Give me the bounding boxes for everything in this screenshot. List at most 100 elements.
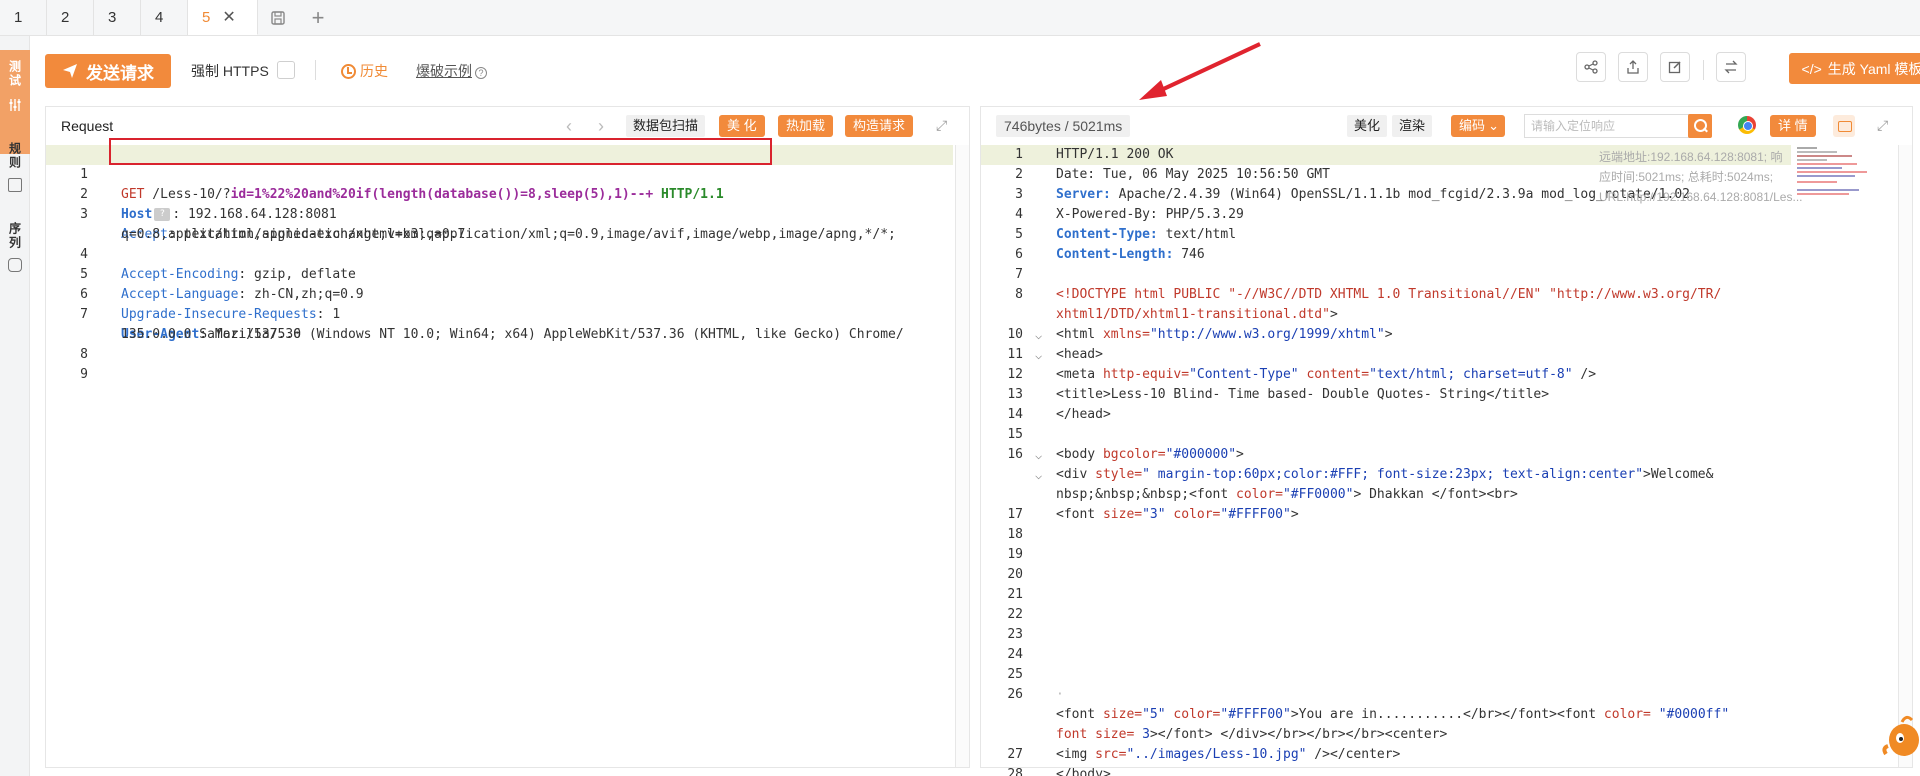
edit-button[interactable]: [1660, 52, 1690, 82]
line-number: 25: [1007, 667, 1023, 682]
expand-icon[interactable]: ⤢: [936, 117, 950, 133]
code-line: 9: [46, 345, 93, 382]
fold-arrow-icon[interactable]: ⌵: [1035, 345, 1042, 365]
tab-4[interactable]: 4: [141, 0, 188, 35]
html-attr: bgcolor=: [1102, 447, 1166, 462]
fold-arrow-icon[interactable]: ⌵: [1035, 325, 1042, 345]
html-attr: color=: [1165, 507, 1221, 522]
doctype-value: xhtml1/DTD/xhtml1-transitional.dtd": [1056, 307, 1330, 322]
locate-response-input[interactable]: 请输入定位响应: [1524, 114, 1702, 138]
body-tag-close: >: [1236, 447, 1244, 462]
render-button[interactable]: 渲染: [1392, 115, 1433, 137]
save-icon[interactable]: [258, 0, 298, 35]
html-attr: color=: [1165, 707, 1221, 722]
minimap-line: [1797, 189, 1859, 191]
line-number: 11: [1007, 347, 1023, 362]
side-item-rules[interactable]: 规则: [0, 142, 30, 192]
tab-bar: 1 2 3 4 5 ✕ +: [0, 0, 1920, 36]
tab-3[interactable]: 3: [94, 0, 141, 35]
export-button[interactable]: [1618, 52, 1648, 82]
doctype-value: "-//W3C//DTD XHTML 1.0 Transitional//EN"…: [1228, 287, 1722, 302]
minimap-line: [1797, 151, 1837, 153]
request-editor[interactable]: 1 GET /Less-10/?id=1%22%20and%20if(lengt…: [46, 145, 969, 767]
line-number: 1: [1015, 147, 1023, 162]
header-key: Accept-Encoding: [121, 267, 239, 282]
minimap-line: [1797, 175, 1855, 177]
minimap-line: [1797, 181, 1837, 183]
database-icon: [8, 258, 22, 272]
highlight-box: [109, 138, 772, 165]
close-tab-icon[interactable]: ✕: [222, 7, 235, 27]
vertical-scrollbar[interactable]: [1898, 145, 1912, 767]
minimap[interactable]: [1793, 145, 1881, 215]
history-label: 历史: [360, 63, 388, 79]
line-number: 10: [1007, 327, 1023, 342]
side-item-label: 测试: [7, 60, 22, 88]
history-button[interactable]: 历史: [341, 61, 388, 81]
encode-dropdown[interactable]: 编码 ⌄: [1451, 115, 1506, 137]
side-item-test[interactable]: 测试: [0, 50, 30, 154]
html-attr-value: "../images/Less-10.jpg": [1126, 747, 1307, 762]
tab-2[interactable]: 2: [47, 0, 94, 35]
header-key: Upgrade-Insecure-Requests: [121, 307, 317, 322]
header-value: : zh-CN,zh;q=0.9: [238, 287, 364, 302]
header-value-continuation: q=0.8,application/signed-exchange;v=b3;q…: [121, 227, 466, 242]
red-arrow-icon: [1139, 42, 1261, 100]
side-item-label: 序列: [7, 222, 22, 250]
mascot-icon[interactable]: [1880, 712, 1920, 762]
font-tag: <font: [1056, 507, 1103, 522]
fold-arrow-icon[interactable]: ⌵: [1035, 465, 1042, 485]
brute-example-link[interactable]: 爆破示例?: [416, 61, 487, 81]
fold-arrow-icon[interactable]: ⌵: [1035, 445, 1042, 465]
request-beautify-button[interactable]: 美 化: [719, 115, 765, 137]
send-request-button[interactable]: 发送请求: [45, 54, 171, 88]
side-item-sequence[interactable]: 序列: [0, 222, 30, 272]
tab-label: 1: [14, 9, 23, 26]
html-attr-value: "Content-Type": [1189, 367, 1299, 382]
response-editor[interactable]: 1 HTTP/1.1 200 OK 2 Date: Tue, 06 May 2025…: [981, 145, 1912, 776]
http-method: GET: [121, 187, 145, 202]
locate-response-placeholder: 请输入定位响应: [1531, 119, 1616, 133]
title-tag: <title>Less-10 Blind- Time based- Double…: [1056, 387, 1550, 402]
chevron-left-icon[interactable]: ‹: [566, 116, 572, 137]
minimap-line: [1797, 163, 1857, 165]
code-line: 135.0.0.0 Safari/537.36: [46, 305, 301, 342]
search-icon[interactable]: [1688, 114, 1712, 138]
header-value: text/html: [1157, 227, 1237, 242]
expand-icon[interactable]: ⤢: [1877, 117, 1891, 133]
code-line: 6 Upgrade-Insecure-Requests: 1: [46, 265, 340, 322]
add-tab-icon[interactable]: +: [298, 0, 338, 35]
tab-5[interactable]: 5 ✕: [188, 0, 258, 35]
chevron-right-icon[interactable]: ›: [598, 116, 604, 137]
side-panel: 测试 规则 序列: [0, 36, 30, 776]
line-number: 8: [1015, 287, 1023, 302]
force-https-checkbox[interactable]: [277, 61, 295, 79]
response-beautify-button[interactable]: 美化: [1347, 115, 1388, 137]
div-content: > Dhakkan </font><br>: [1353, 487, 1518, 502]
powered-by-header: X-Powered-By: PHP/5.3.29: [1056, 207, 1244, 222]
swap-button[interactable]: [1716, 52, 1746, 82]
meta-close: />: [1572, 367, 1597, 382]
line-number: 12: [1007, 367, 1023, 382]
packet-scan-button[interactable]: 数据包扫描: [626, 115, 706, 137]
code-line: 7 User-Agent: Mozilla/5.0 (Windows NT 10…: [46, 285, 904, 342]
html-attr: style=: [1095, 467, 1143, 482]
html-attr: xmlns=: [1102, 327, 1150, 342]
generate-yaml-button[interactable]: </> 生成 Yaml 模板: [1789, 53, 1920, 84]
remote-info-overlay: 远端地址:192.168.64.128:8081; 响应时间:5021ms; 总…: [1599, 150, 1803, 204]
swap-icon: [1724, 60, 1738, 74]
hot-load-button[interactable]: 热加载: [778, 115, 834, 137]
html-attr-value: "http://www.w3.org/1999/xhtml": [1149, 327, 1385, 342]
div-content: >Welcome&: [1643, 467, 1714, 482]
font-tag: <font: [1056, 707, 1103, 722]
minimap-line: [1797, 171, 1867, 173]
build-request-button[interactable]: 构造请求: [845, 115, 914, 137]
vertical-scrollbar[interactable]: [955, 145, 969, 767]
body-tag: <body: [1056, 447, 1103, 462]
chrome-icon[interactable]: [1738, 116, 1756, 134]
share-button[interactable]: [1576, 52, 1606, 82]
detail-button[interactable]: 详 情: [1770, 115, 1816, 137]
message-icon[interactable]: [1833, 115, 1855, 137]
tab-1[interactable]: 1: [0, 0, 47, 35]
code-line: q=0.8,application/signed-exchange;v=b3;q…: [46, 205, 465, 242]
